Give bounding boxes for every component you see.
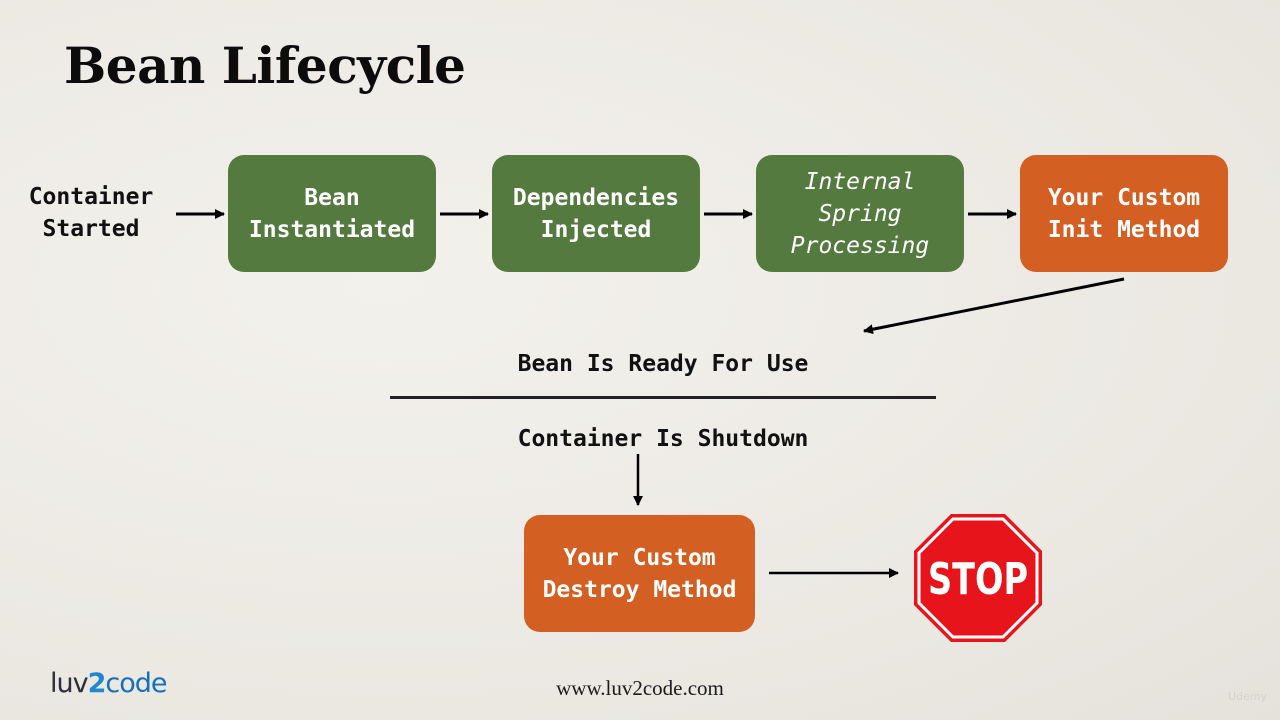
footer-url: www.luv2code.com [556, 676, 724, 700]
stop-sign-icon: STOP [914, 514, 1042, 642]
udemy-watermark: Udemy [1228, 690, 1268, 703]
arrow-init-to-ready [863, 277, 1125, 335]
stop-text: STOP [928, 554, 1028, 605]
flow-arrows [176, 209, 1125, 578]
